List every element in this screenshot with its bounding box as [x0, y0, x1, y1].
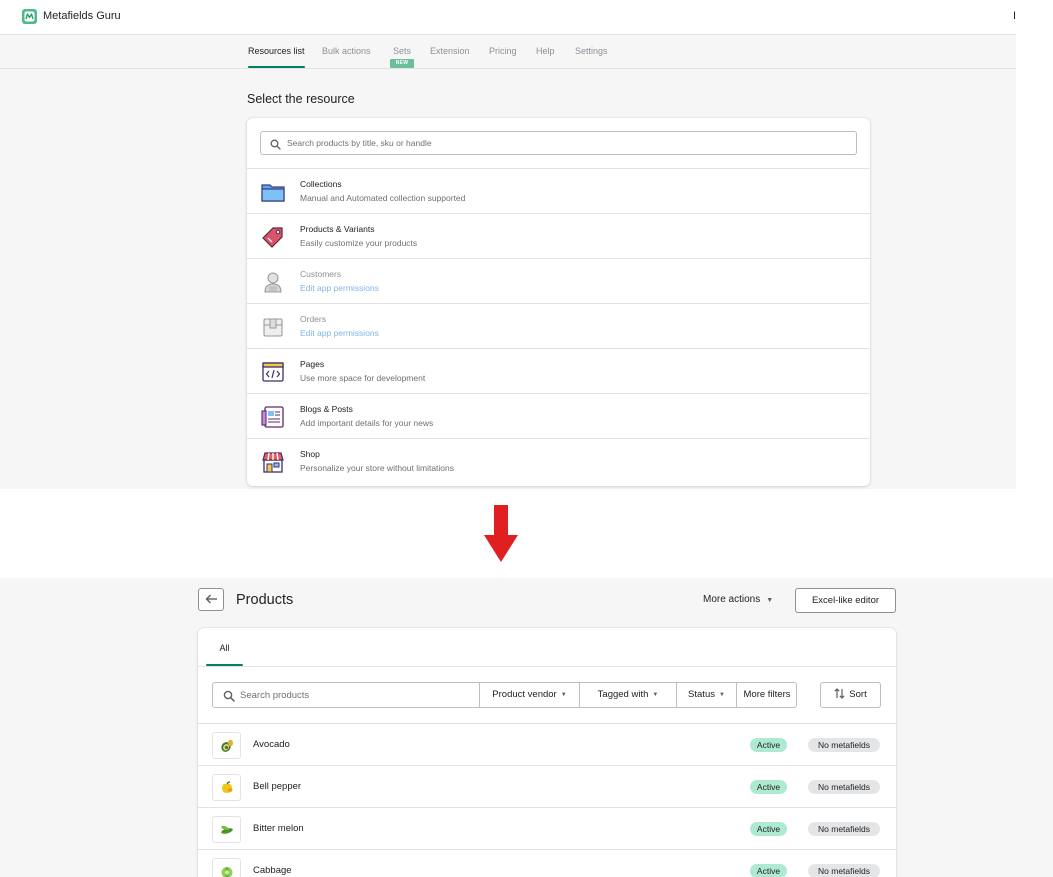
box-icon [260, 314, 286, 340]
filter-status[interactable]: Status ▼ [676, 683, 736, 707]
resource-item-title: Pages [300, 359, 325, 369]
sort-icon [834, 685, 845, 709]
product-thumbnail [212, 774, 241, 801]
product-thumbnail [212, 858, 241, 877]
filter-product-vendor[interactable]: Product vendor ▼ [479, 683, 579, 707]
caret-down-icon: ▼ [718, 692, 725, 698]
edit-permissions-link[interactable]: Edit app permissions [300, 328, 379, 338]
resource-item-description: Easily customize your products [300, 238, 418, 248]
resource-item-title: Collections [300, 179, 342, 189]
resource-item-orders[interactable]: Orders Edit app permissions [247, 303, 870, 348]
product-name[interactable]: Bitter melon [253, 823, 304, 834]
filter-tagged-with[interactable]: Tagged with ▼ [579, 683, 676, 707]
price-tag-icon [260, 224, 286, 250]
resource-item-collections[interactable]: Collections Manual and Automated collect… [247, 168, 870, 213]
excel-editor-button[interactable]: Excel-like editor [795, 588, 896, 613]
resource-item-pages[interactable]: Pages Use more space for development [247, 348, 870, 393]
header-edge-text: I [1013, 10, 1016, 22]
more-actions-label: More actions [703, 594, 761, 605]
resource-search-box[interactable] [260, 131, 857, 155]
app-name: Metafields Guru [43, 10, 121, 22]
product-thumbnail [212, 816, 241, 843]
metafields-badge: No metafields [808, 864, 880, 877]
resource-search-input[interactable] [287, 132, 847, 154]
resource-item-description: Personalize your store without limitatio… [300, 463, 455, 473]
caret-down-icon: ▼ [652, 692, 659, 698]
filter-label: Status [688, 689, 715, 700]
app-header: Metafields Guru I [0, 0, 1016, 35]
tab-bulk-actions[interactable]: Bulk actions [322, 46, 371, 56]
resource-item-blogs-posts[interactable]: Blogs & Posts Add important details for … [247, 393, 870, 438]
product-row[interactable]: Bell pepper Active No metafields [198, 765, 896, 807]
tab-extension[interactable]: Extension [430, 46, 470, 56]
product-search-input[interactable] [240, 684, 475, 706]
back-button[interactable] [198, 588, 224, 611]
search-icon [223, 689, 235, 707]
caret-down-icon: ▼ [766, 597, 774, 604]
tab-settings[interactable]: Settings [575, 46, 608, 56]
sort-label: Sort [849, 689, 867, 700]
resource-list-card: Collections Manual and Automated collect… [247, 118, 870, 486]
status-badge: Active [750, 738, 787, 752]
resource-item-shop[interactable]: Shop Personalize your store without limi… [247, 438, 870, 483]
status-badge: Active [750, 822, 787, 836]
metafields-badge: No metafields [808, 738, 880, 752]
caret-down-icon: ▼ [560, 692, 567, 698]
resources-screen: Metafields Guru I Resources list Bulk ac… [0, 0, 1016, 489]
customer-icon [260, 269, 286, 295]
resource-item-title: Customers [300, 269, 342, 279]
tab-sets[interactable]: Sets [393, 46, 411, 56]
metafields-badge: No metafields [808, 822, 880, 836]
product-row[interactable]: Bitter melon Active No metafields [198, 807, 896, 849]
folder-icon [260, 179, 286, 205]
arrow-down-icon [484, 505, 518, 567]
sort-button[interactable]: Sort [820, 682, 881, 708]
status-badge: Active [750, 780, 787, 794]
product-name[interactable]: Cabbage [253, 865, 292, 876]
app-logo-icon [22, 9, 37, 24]
filter-more-filters[interactable]: More filters [736, 683, 797, 707]
divider [198, 666, 896, 667]
resource-item-title: Products & Variants [300, 224, 375, 234]
resource-item-customers[interactable]: Customers Edit app permissions [247, 258, 870, 303]
storefront-icon [260, 449, 286, 475]
resource-item-title: Orders [300, 314, 326, 324]
resource-item-title: Shop [300, 449, 320, 459]
search-icon [270, 137, 281, 155]
edit-permissions-link[interactable]: Edit app permissions [300, 283, 379, 293]
products-page-title: Products [236, 592, 294, 608]
product-row[interactable]: Avocado Active No metafields [198, 723, 896, 765]
products-card: All Product vendor▼ Tagged with▼ Status▼… [198, 628, 896, 877]
resource-item-description: Manual and Automated collection supporte… [300, 193, 466, 203]
tab-pricing[interactable]: Pricing [489, 46, 517, 56]
active-tab-underline [248, 66, 305, 68]
arrow-left-icon [205, 591, 218, 609]
status-badge: Active [750, 864, 787, 877]
tab-help[interactable]: Help [536, 46, 555, 56]
tab-resources-list[interactable]: Resources list [248, 46, 305, 56]
more-actions-button[interactable]: More actions ▼ [703, 594, 773, 605]
resource-item-description: Add important details for your news [300, 418, 434, 428]
main-nav: Resources list Bulk actions Sets Extensi… [0, 35, 1016, 69]
products-screen: Products More actions ▼ Excel-like editor… [0, 578, 1053, 877]
filter-label: Product vendor [492, 689, 557, 700]
product-thumbnail [212, 732, 241, 759]
resource-item-products-variants[interactable]: Products & Variants Easily customize you… [247, 213, 870, 258]
page-title: Select the resource [247, 92, 355, 106]
metafields-badge: No metafields [808, 780, 880, 794]
blog-icon [260, 404, 286, 430]
product-name[interactable]: Bell pepper [253, 781, 301, 792]
resource-item-title: Blogs & Posts [300, 404, 353, 414]
filter-bar: Product vendor▼ Tagged with▼ Status▼ Mor… [212, 682, 797, 708]
code-page-icon [260, 359, 286, 385]
new-badge: NEW [390, 59, 414, 68]
product-row[interactable]: Cabbage Active No metafields [198, 849, 896, 877]
filter-label: Tagged with [597, 689, 649, 700]
tab-all[interactable]: All [206, 628, 243, 666]
resource-item-description: Use more space for development [300, 373, 426, 383]
product-name[interactable]: Avocado [253, 739, 290, 750]
